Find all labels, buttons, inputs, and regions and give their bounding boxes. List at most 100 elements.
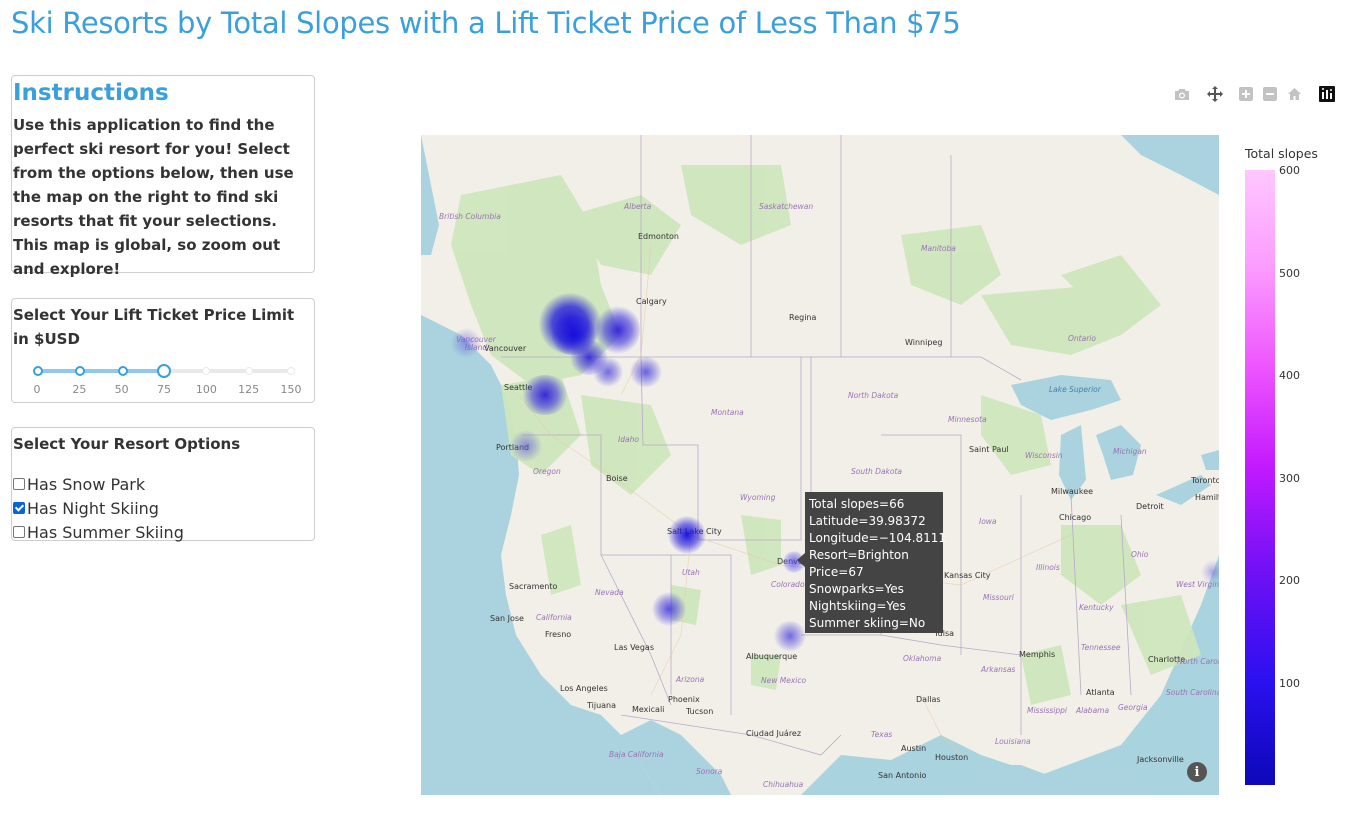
city-label: Atlanta	[1086, 688, 1115, 697]
city-label: Houston	[935, 753, 969, 762]
instructions-card: Instructions Use this application to fin…	[11, 75, 315, 278]
tooltip-line: Resort=Brighton	[809, 548, 909, 562]
tooltip-arrow	[797, 553, 805, 567]
slider-dot-0[interactable]	[33, 366, 43, 376]
price-limit-card: Select Your Lift Ticket Price Limit in $…	[11, 298, 315, 403]
instructions-text: Use this application to find the perfect…	[13, 116, 294, 278]
city-label: Tijuana	[587, 701, 617, 710]
slider-dot-150[interactable]	[287, 367, 295, 375]
region-label: Sonora	[696, 767, 723, 776]
slider-mark[interactable]: 75	[157, 383, 171, 396]
city-label: Hamilton	[1195, 493, 1219, 502]
region-label: Wisconsin	[1025, 451, 1063, 460]
option-snow-park[interactable]: Has Snow Park	[12, 472, 314, 496]
heat-spot	[593, 357, 623, 387]
price-limit-slider[interactable]: 0 25 50 75 100 125 150	[33, 364, 302, 396]
region-label: Arkansas	[981, 665, 1016, 674]
city-label: Boise	[606, 474, 628, 483]
city-label: Los Angeles	[560, 684, 608, 693]
slider-mark[interactable]: 125	[238, 383, 259, 396]
city-label: San Jose	[490, 614, 524, 623]
pan-icon[interactable]	[1206, 85, 1224, 103]
city-label: Phoenix	[668, 695, 700, 704]
heat-spot	[509, 431, 543, 461]
city-label: Albuquerque	[746, 652, 798, 661]
option-label[interactable]: Has Night Skiing	[27, 499, 159, 518]
city-label: Calgary	[636, 297, 667, 306]
slider-dot-125[interactable]	[244, 367, 253, 375]
tooltip-line: Snowparks=Yes	[809, 582, 904, 596]
region-label: Manitoba	[921, 244, 956, 253]
region-label: South Carolina	[1166, 688, 1219, 697]
city-label: Las Vegas	[614, 643, 654, 652]
hover-tooltip: Total slopes=66 Latitude=39.98372 Longit…	[805, 492, 947, 633]
city-label: Sacramento	[509, 582, 558, 591]
slider-dot-100[interactable]	[202, 367, 211, 375]
tooltip-line: Price=67	[809, 565, 864, 579]
city-label: Memphis	[1019, 650, 1056, 659]
option-summer-skiing[interactable]: Has Summer Skiing	[12, 520, 314, 544]
region-label: Tennessee	[1081, 643, 1121, 652]
region-label: British Columbia	[439, 212, 501, 221]
instructions-heading: Instructions	[13, 80, 169, 106]
region-label: Saskatchewan	[759, 202, 814, 211]
resort-options-card: Select Your Resort Options Has Snow Park…	[11, 427, 315, 544]
density-map[interactable]: Edmonton Calgary Regina Winnipeg Vancouv…	[421, 135, 1219, 795]
city-label: Milwaukee	[1051, 487, 1094, 496]
region-label: Oregon	[533, 467, 561, 476]
city-label: Dallas	[916, 695, 941, 704]
option-label[interactable]: Has Snow Park	[27, 475, 145, 494]
region-label: Missouri	[983, 593, 1014, 602]
region-label: Alberta	[624, 202, 652, 211]
region-label: Idaho	[618, 435, 639, 444]
region-label: Minnesota	[948, 415, 987, 424]
region-label: Iowa	[979, 517, 997, 526]
city-label: Saint Paul	[969, 445, 1009, 454]
region-label: Nevada	[595, 588, 624, 597]
heat-spot	[1201, 560, 1219, 584]
zoom-out-icon[interactable]	[1261, 85, 1279, 103]
city-label: Detroit	[1136, 502, 1164, 511]
tooltip-line: Total slopes=66	[809, 497, 905, 511]
region-label: Chihuahua	[763, 780, 804, 789]
option-night-skiing[interactable]: Has Night Skiing	[12, 496, 314, 520]
page-title: Ski Resorts by Total Slopes with a Lift …	[11, 6, 961, 40]
summer-skiing-checkbox[interactable]	[13, 526, 25, 538]
tooltip-line: Longitude=−104.8111	[809, 531, 947, 545]
slider-mark[interactable]: 25	[72, 383, 86, 396]
slider-dot-25[interactable]	[75, 366, 86, 376]
home-icon[interactable]	[1285, 85, 1303, 103]
colorbar-tick: 200	[1279, 574, 1300, 587]
slider-dot-50[interactable]	[117, 366, 128, 376]
region-label: California	[536, 613, 572, 622]
city-label: Jacksonville	[1137, 755, 1184, 764]
colorbar-tick: 600	[1279, 164, 1300, 177]
heat-spot	[773, 621, 807, 651]
region-label: Georgia	[1118, 703, 1148, 712]
slider-mark[interactable]: 50	[115, 383, 129, 396]
slider-mark[interactable]: 0	[34, 383, 41, 396]
option-label[interactable]: Has Summer Skiing	[27, 523, 184, 542]
city-label: Regina	[789, 313, 817, 322]
info-icon[interactable]: i	[1187, 762, 1207, 782]
region-label: Lake Superior	[1049, 385, 1101, 394]
night-skiing-checkbox[interactable]	[13, 502, 25, 514]
slider-handle[interactable]	[157, 364, 171, 378]
tooltip-line: Latitude=39.98372	[809, 514, 926, 528]
slider-mark[interactable]: 100	[196, 383, 217, 396]
camera-icon[interactable]	[1173, 85, 1191, 103]
region-label: Alabama	[1076, 706, 1110, 715]
zoom-in-icon[interactable]	[1237, 85, 1255, 103]
city-label: Ciudad Juárez	[746, 729, 802, 738]
region-label: North Dakota	[848, 391, 899, 400]
resort-options-label: Select Your Resort Options	[13, 435, 241, 453]
slider-mark[interactable]: 150	[281, 383, 302, 396]
city-label: Edmonton	[638, 232, 679, 241]
heat-spot	[668, 516, 706, 554]
colorbar-tick: 100	[1279, 677, 1300, 690]
colorbar-tick: 400	[1279, 369, 1300, 382]
snow-park-checkbox[interactable]	[13, 478, 25, 490]
city-label: San Antonio	[878, 771, 927, 780]
region-label: Colorado	[771, 580, 805, 589]
plotly-logo-icon[interactable]	[1318, 85, 1336, 103]
